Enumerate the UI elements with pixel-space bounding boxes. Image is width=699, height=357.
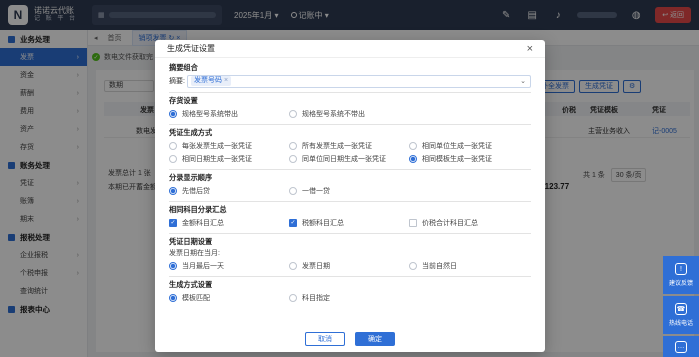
tag-remove-icon[interactable]: ×: [224, 77, 228, 84]
date-section-title: 凭证日期设置: [169, 237, 213, 246]
inventory-section-title: 存货设置: [169, 96, 198, 105]
confirm-button[interactable]: 确定: [355, 332, 395, 346]
summary-tag[interactable]: 发票号码 ×: [190, 76, 232, 86]
radio-template-match[interactable]: 模板匹配: [169, 291, 289, 304]
radio-invoice-date[interactable]: 发票日期: [289, 259, 409, 272]
radio-current-date[interactable]: 当前自然日: [409, 259, 529, 272]
check-tax-merge[interactable]: ✓ 税额科目汇总: [289, 216, 409, 229]
merge-section-title: 相同科目分录汇总: [169, 205, 227, 214]
radio-month-last-day[interactable]: 当月最后一天: [169, 259, 289, 272]
order-section-title: 分录显示顺序: [169, 173, 213, 182]
radio-spec-not-bring[interactable]: 规格型号系统不带出: [289, 107, 409, 120]
chevron-down-icon[interactable]: ⌄: [520, 77, 526, 85]
summary-select[interactable]: 发票号码 × ⌄: [186, 74, 531, 88]
dialog-title: 生成凭证设置: [167, 44, 215, 53]
radio-spec-bring[interactable]: 规格型号系统带出: [169, 107, 289, 120]
summary-label: 摘要:: [169, 78, 185, 85]
feedback-icon: !: [675, 263, 687, 275]
chat-float[interactable]: …: [663, 336, 699, 357]
radio-same-unit[interactable]: 相同单位生成一张凭证: [409, 139, 529, 152]
radio-same-template[interactable]: 相同模板生成一张凭证: [409, 152, 529, 165]
radio-subject-specify[interactable]: 科目指定: [289, 291, 409, 304]
radio-all-invoices[interactable]: 所有发票生成一张凭证: [289, 139, 409, 152]
check-total-merge[interactable]: 价税合计科目汇总: [409, 216, 529, 229]
radio-debit-first[interactable]: 先借后贷: [169, 184, 289, 197]
hotline-float[interactable]: ☎ 热线电话: [663, 296, 699, 334]
summary-section-title: 摘要组合: [169, 63, 198, 72]
chat-icon: …: [675, 340, 687, 353]
gen-section-title: 生成方式设置: [169, 280, 213, 289]
feedback-float[interactable]: ! 建议反馈: [663, 256, 699, 294]
radio-one-debit-one-credit[interactable]: 一借一贷: [289, 184, 409, 197]
date-sublabel: 发票日期在当月:: [169, 250, 220, 257]
radio-per-invoice[interactable]: 每张发票生成一张凭证: [169, 139, 289, 152]
radio-same-date[interactable]: 相同日期生成一张凭证: [169, 152, 289, 165]
method-section-title: 凭证生成方式: [169, 128, 213, 137]
voucher-settings-dialog: 生成凭证设置 × 摘要组合 摘要: 发票号码 × ⌄ 存货设置 规格型号系统带出 …: [155, 40, 545, 352]
phone-icon: ☎: [675, 303, 687, 315]
close-icon[interactable]: ×: [527, 43, 533, 55]
cancel-button[interactable]: 取消: [305, 332, 345, 346]
check-amount-merge[interactable]: ✓ 金额科目汇总: [169, 216, 289, 229]
radio-same-unit-date[interactable]: 同单位同日期生成一张凭证: [289, 152, 409, 165]
